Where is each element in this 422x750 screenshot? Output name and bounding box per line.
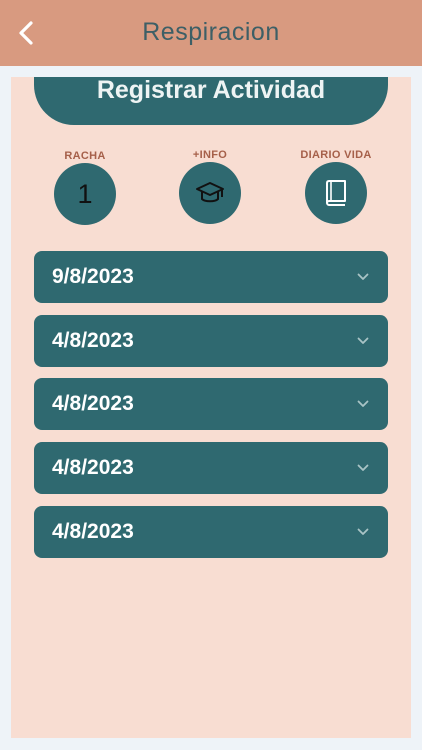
info-label: +INFO	[192, 149, 228, 161]
streak-value: 1	[77, 178, 93, 209]
diary-button[interactable]	[305, 162, 367, 224]
register-activity-button[interactable]: Registrar Actividad	[34, 77, 388, 125]
entry-row[interactable]: 4/8/2023	[34, 315, 388, 367]
chevron-down-icon	[356, 334, 370, 348]
chevron-down-icon	[356, 397, 370, 411]
entry-row[interactable]: 4/8/2023	[34, 506, 388, 558]
entry-date: 9/8/2023	[52, 265, 134, 288]
content-panel: Registrar Actividad RACHA 1 +INFO DIARIO…	[11, 77, 411, 738]
info-button[interactable]	[179, 162, 241, 224]
graduation-cap-icon	[196, 182, 224, 203]
entry-row[interactable]: 9/8/2023	[34, 251, 388, 303]
entry-date: 4/8/2023	[52, 392, 134, 415]
streak-stat: RACHA 1	[40, 149, 130, 225]
chevron-down-icon	[356, 525, 370, 539]
diary-label: DIARIO VIDA	[300, 149, 372, 161]
book-icon	[326, 180, 346, 206]
page-title: Respiracion	[142, 18, 280, 46]
streak-circle: 1	[54, 163, 116, 225]
app-header: Respiracion	[0, 0, 422, 66]
diary-stat: DIARIO VIDA	[291, 148, 381, 224]
entry-row[interactable]: 4/8/2023	[34, 442, 388, 494]
streak-label: RACHA	[64, 150, 106, 162]
entry-row[interactable]: 4/8/2023	[34, 378, 388, 430]
entry-date: 4/8/2023	[52, 520, 134, 543]
chevron-down-icon	[356, 461, 370, 475]
chevron-down-icon	[356, 270, 370, 284]
entry-date: 4/8/2023	[52, 456, 134, 479]
info-stat: +INFO	[165, 148, 255, 224]
entry-date: 4/8/2023	[52, 329, 134, 352]
